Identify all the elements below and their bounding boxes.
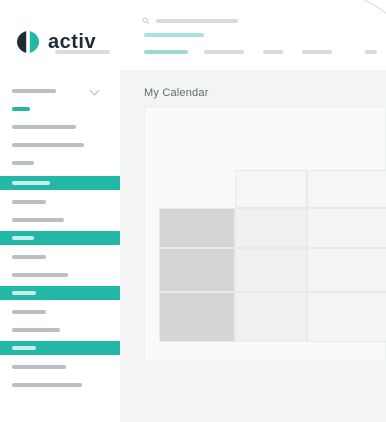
- sidebar-item-dashboard[interactable]: [0, 84, 120, 98]
- sidebar-item-group-4-a[interactable]: [0, 360, 120, 374]
- search-icon: [142, 17, 150, 25]
- calendar-cell[interactable]: [235, 248, 307, 292]
- sidebar-item-group-2-b[interactable]: [0, 268, 120, 282]
- calendar-cell[interactable]: [307, 208, 386, 248]
- search[interactable]: [142, 16, 252, 26]
- top-bar: [120, 0, 386, 70]
- calendar-cell[interactable]: [159, 292, 235, 342]
- page-title: My Calendar: [144, 87, 209, 99]
- sidebar-item-department-calendar[interactable]: [0, 120, 120, 134]
- sidebar-item-group-4-b[interactable]: [0, 378, 120, 392]
- search-input[interactable]: [156, 19, 238, 23]
- sidebar-item-label: [12, 365, 66, 369]
- sidebar-item-label: [12, 125, 76, 129]
- sidebar-item-group-1-a[interactable]: [0, 195, 120, 209]
- sidebar-item-group-1-b[interactable]: [0, 213, 120, 227]
- calendar-grid: [159, 170, 386, 342]
- sidebar-item-calendar[interactable]: [0, 102, 120, 116]
- sidebar-item-label: [12, 255, 46, 259]
- calendar-cell[interactable]: [159, 208, 235, 248]
- brand-tagline: [55, 50, 110, 54]
- calendar-cell[interactable]: [235, 208, 307, 248]
- sidebar-item-label: [12, 89, 56, 93]
- sidebar-item-label: [12, 200, 46, 204]
- calendar-cell[interactable]: [159, 248, 235, 292]
- calendar-cell[interactable]: [307, 292, 386, 342]
- sidebar-group-1[interactable]: [0, 176, 120, 190]
- sidebar-group-label: [12, 181, 50, 185]
- sidebar-item-label: [12, 107, 30, 111]
- sidebar-group-4[interactable]: [0, 341, 120, 355]
- tab-3[interactable]: [263, 50, 283, 54]
- sidebar-group-label: [12, 346, 36, 350]
- breadcrumb[interactable]: [144, 33, 204, 37]
- sidebar-item-label: [12, 143, 84, 147]
- sidebar-item-label: [12, 310, 46, 314]
- tab-2[interactable]: [204, 50, 244, 54]
- app-window: activ My Calendar: [0, 0, 386, 422]
- sidebar-group-label: [12, 236, 34, 240]
- sidebar-group-3[interactable]: [0, 286, 120, 300]
- sidebar-item-label: [12, 161, 34, 165]
- calendar-cell[interactable]: [235, 292, 307, 342]
- activ-logo-icon: [14, 28, 42, 56]
- sidebar-group-2[interactable]: [0, 231, 120, 245]
- sidebar-item-notifications[interactable]: [0, 138, 120, 152]
- sidebar-item-group-3-a[interactable]: [0, 305, 120, 319]
- sidebar-item-label: [12, 383, 82, 387]
- chevron-down-icon: [89, 85, 100, 96]
- sidebar-item-activity[interactable]: [0, 156, 120, 170]
- sidebar-item-label: [12, 218, 64, 222]
- calendar-card: [144, 107, 386, 374]
- bottom-area: [120, 360, 386, 422]
- sidebar-item-group-3-b[interactable]: [0, 323, 120, 337]
- sidebar: activ: [0, 0, 120, 422]
- sidebar-item-label: [12, 273, 68, 277]
- brand-name: activ: [48, 31, 97, 53]
- tab-1[interactable]: [144, 50, 188, 54]
- calendar-cell[interactable]: [307, 248, 386, 292]
- sidebar-item-label: [12, 328, 60, 332]
- calendar-cell[interactable]: [235, 170, 307, 208]
- sidebar-group-label: [12, 291, 36, 295]
- sidebar-item-group-2-a[interactable]: [0, 250, 120, 264]
- calendar-cell[interactable]: [307, 170, 386, 208]
